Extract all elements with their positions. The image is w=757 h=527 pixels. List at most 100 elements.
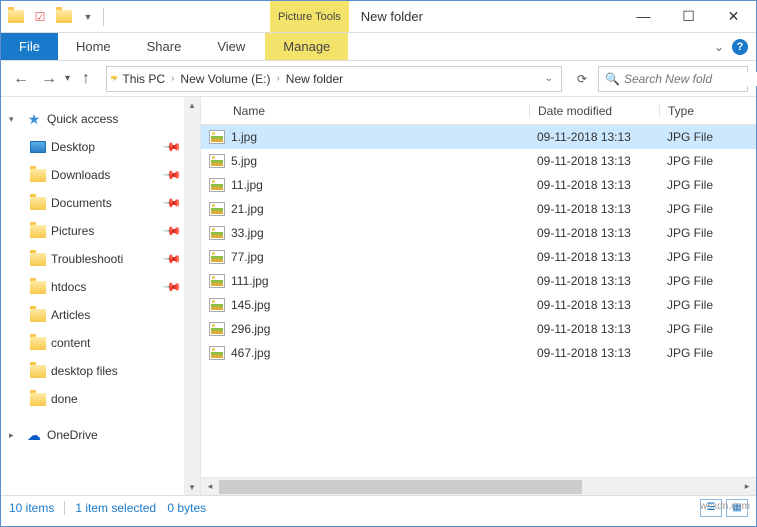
search-input[interactable] <box>624 72 757 86</box>
image-file-icon <box>209 274 225 288</box>
tree-label: Downloads <box>51 168 161 182</box>
up-button[interactable]: ↑ <box>74 67 98 91</box>
file-tab[interactable]: File <box>1 33 58 60</box>
folder-icon <box>29 250 47 268</box>
tab-home[interactable]: Home <box>58 33 129 60</box>
file-row[interactable]: 11.jpg09-11-2018 13:13JPG File <box>201 173 756 197</box>
breadcrumb-item[interactable]: New Volume (E:) <box>176 72 274 86</box>
column-name[interactable]: Name <box>209 104 529 118</box>
maximize-button[interactable]: ☐ <box>666 1 711 31</box>
desktop-icon <box>29 138 47 156</box>
ribbon: File Home Share View Manage ⌄ ? <box>1 33 756 61</box>
history-dropdown-icon[interactable]: ▾ <box>65 73 70 84</box>
image-file-icon <box>209 202 225 216</box>
tab-manage[interactable]: Manage <box>265 33 348 60</box>
tree-label: htdocs <box>51 280 161 294</box>
file-name: 145.jpg <box>231 298 270 312</box>
file-row[interactable]: 1.jpg09-11-2018 13:13JPG File <box>201 125 756 149</box>
sidebar-item[interactable]: Articles <box>1 301 200 329</box>
file-row[interactable]: 5.jpg09-11-2018 13:13JPG File <box>201 149 756 173</box>
address-dropdown-icon[interactable]: ⌄ <box>541 73 557 84</box>
sidebar-item[interactable]: content <box>1 329 200 357</box>
sidebar-item[interactable]: Troubleshooti📌 <box>1 245 200 273</box>
close-button[interactable]: ✕ <box>711 1 756 31</box>
collapse-icon[interactable]: ▾ <box>9 114 21 125</box>
file-name: 11.jpg <box>231 178 263 192</box>
window-title: New folder <box>349 1 621 32</box>
sidebar-scrollbar[interactable]: ▴ ▾ <box>184 97 200 495</box>
sidebar-item[interactable]: htdocs📌 <box>1 273 200 301</box>
chevron-right-icon[interactable]: › <box>274 73 281 84</box>
scroll-up-icon[interactable]: ▴ <box>184 97 200 113</box>
explorer-icon[interactable] <box>5 6 27 28</box>
sidebar-item[interactable]: done <box>1 385 200 413</box>
file-list[interactable]: 1.jpg09-11-2018 13:13JPG File 5.jpg 09-11-… <box>201 125 756 477</box>
column-date[interactable]: Date modified <box>529 104 659 118</box>
ribbon-expand-icon[interactable]: ⌄ <box>714 40 724 54</box>
file-date: 09-11-2018 13:13 <box>529 274 659 288</box>
file-date: 09-11-2018 13:13 <box>529 130 659 144</box>
file-date: 09-11-2018 13:13 <box>529 298 659 312</box>
folder-icon <box>29 306 47 324</box>
pin-icon: 📌 <box>162 249 182 269</box>
file-row[interactable]: 33.jpg09-11-2018 13:13JPG File <box>201 221 756 245</box>
onedrive-node[interactable]: ▸ ☁ OneDrive <box>1 421 200 449</box>
file-row[interactable]: 145.jpg09-11-2018 13:13JPG File <box>201 293 756 317</box>
tab-share[interactable]: Share <box>129 33 200 60</box>
file-row[interactable]: 77.jpg09-11-2018 13:13JPG File <box>201 245 756 269</box>
sidebar-item[interactable]: desktop files <box>1 357 200 385</box>
navigation-pane[interactable]: ▾ ★ Quick access Desktop📌Downloads📌Docum… <box>1 97 201 495</box>
contextual-tab-label: Picture Tools <box>270 1 349 32</box>
file-row[interactable]: 21.jpg09-11-2018 13:13JPG File <box>201 197 756 221</box>
address-bar[interactable]: › This PC › New Volume (E:) › New folder… <box>106 66 562 92</box>
expand-icon[interactable]: ▸ <box>9 430 21 441</box>
horizontal-scrollbar[interactable]: ◂ ▸ <box>201 477 756 495</box>
search-icon: 🔍 <box>605 72 620 86</box>
tree-label: done <box>51 392 200 406</box>
breadcrumb-item[interactable]: New folder <box>282 72 347 86</box>
file-date: 09-11-2018 13:13 <box>529 346 659 360</box>
search-box[interactable]: 🔍 <box>598 66 748 92</box>
qat-dropdown-icon[interactable]: ▼ <box>77 6 99 28</box>
status-size: 0 bytes <box>167 501 206 515</box>
file-date: 09-11-2018 13:13 <box>529 154 659 168</box>
chevron-right-icon[interactable]: › <box>169 73 176 84</box>
pin-icon: 📌 <box>162 165 182 185</box>
folder-icon <box>29 222 47 240</box>
back-button[interactable]: ← <box>9 67 33 91</box>
sidebar-item[interactable]: Documents📌 <box>1 189 200 217</box>
forward-button[interactable]: → <box>37 67 61 91</box>
image-file-icon <box>209 130 225 144</box>
image-file-icon <box>209 346 225 360</box>
minimize-button[interactable]: — <box>621 1 666 31</box>
scroll-left-icon[interactable]: ◂ <box>201 481 219 492</box>
tree-label: Troubleshooti <box>51 252 161 266</box>
watermark: wsxdn.com <box>700 501 750 512</box>
tree-label: content <box>51 336 200 350</box>
sidebar-item[interactable]: Pictures📌 <box>1 217 200 245</box>
scroll-down-icon[interactable]: ▾ <box>184 479 200 495</box>
breadcrumb-item[interactable]: This PC <box>118 72 169 86</box>
chevron-right-icon[interactable]: › <box>111 73 118 84</box>
tree-label: Articles <box>51 308 200 322</box>
new-folder-icon[interactable] <box>53 6 75 28</box>
file-row[interactable]: 296.jpg09-11-2018 13:13JPG File <box>201 317 756 341</box>
tree-label: Desktop <box>51 140 161 154</box>
file-type: JPG File <box>659 130 756 144</box>
scrollbar-thumb[interactable] <box>219 480 582 494</box>
file-type: JPG File <box>659 322 756 336</box>
quick-access-node[interactable]: ▾ ★ Quick access <box>1 105 200 133</box>
column-type[interactable]: Type <box>659 104 756 118</box>
tab-view[interactable]: View <box>199 33 263 60</box>
sidebar-item[interactable]: Downloads📌 <box>1 161 200 189</box>
refresh-button[interactable]: ⟳ <box>570 67 594 91</box>
file-row[interactable]: 111.jpg09-11-2018 13:13JPG File <box>201 269 756 293</box>
help-icon[interactable]: ? <box>732 39 748 55</box>
scroll-right-icon[interactable]: ▸ <box>738 481 756 492</box>
file-row[interactable]: 467.jpg09-11-2018 13:13JPG File <box>201 341 756 365</box>
file-name: 5.jpg <box>231 154 257 168</box>
status-selection: 1 item selected <box>75 501 156 515</box>
properties-icon[interactable]: ☑ <box>29 6 51 28</box>
file-pane: Name Date modified Type 1.jpg09-11-2018 … <box>201 97 756 495</box>
sidebar-item[interactable]: Desktop📌 <box>1 133 200 161</box>
